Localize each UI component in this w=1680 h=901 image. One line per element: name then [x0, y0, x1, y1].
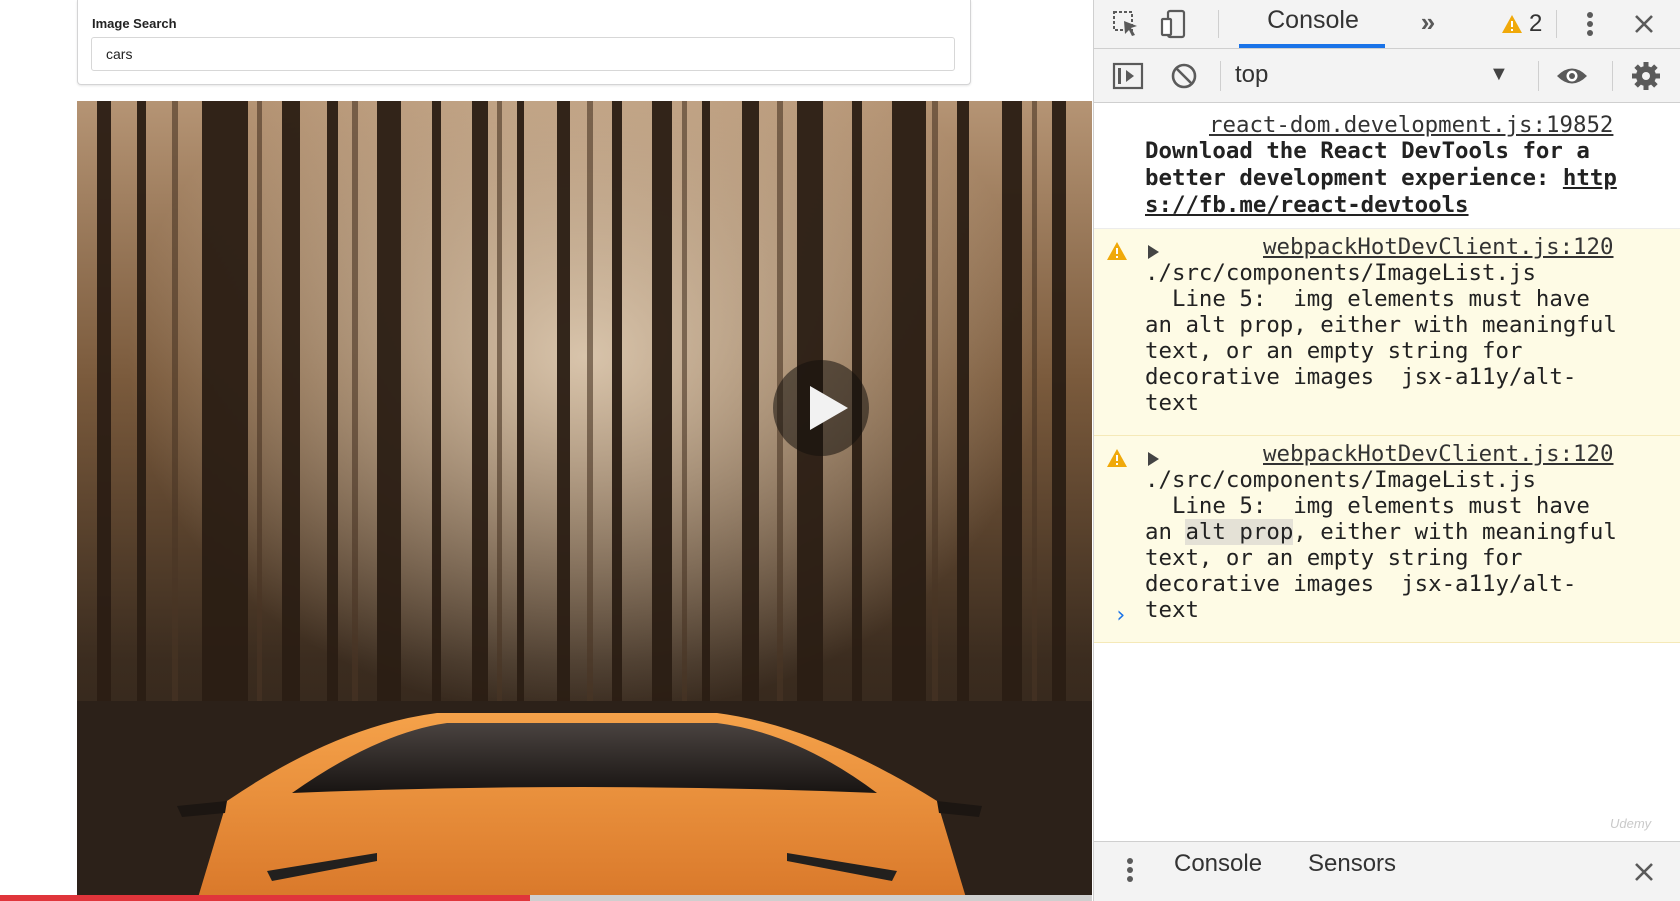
drawer-tabbar: Console Sensors — [1094, 841, 1680, 901]
toolbar-divider — [1612, 61, 1613, 91]
dropdown-arrow-icon: ▼ — [1489, 63, 1509, 85]
forest-car-image — [77, 101, 1092, 901]
console-prompt-icon[interactable]: › — [1114, 603, 1127, 628]
live-expression-eye-icon[interactable] — [1554, 58, 1590, 94]
message-text-line: better development experience: http — [1145, 165, 1617, 193]
message-text-line: an alt prop, either with meaningful — [1145, 519, 1617, 547]
toolbar-divider — [1538, 61, 1539, 91]
warning-counter[interactable]: 2 — [1501, 6, 1542, 42]
message-text-line: text, or an empty string for — [1145, 545, 1523, 571]
message-text-line: an alt prop, either with meaningful — [1145, 312, 1617, 338]
message-text-segment: , either with meaningful — [1293, 519, 1617, 545]
toolbar-divider — [1218, 10, 1219, 38]
toolbar-divider — [1556, 10, 1557, 38]
drawer-tab-console[interactable]: Console — [1174, 850, 1262, 878]
message-text-line: Download the React DevTools for a — [1145, 138, 1590, 164]
close-drawer-icon[interactable] — [1626, 854, 1662, 890]
show-sidebar-icon[interactable] — [1110, 58, 1146, 94]
search-highlight: alt prop — [1185, 519, 1294, 545]
udemy-watermark: Udemy — [1610, 816, 1652, 831]
drawer-tab-sensors[interactable]: Sensors — [1308, 850, 1396, 878]
kebab-menu-icon[interactable] — [1572, 6, 1608, 42]
devtools-url-link[interactable]: s://fb.me/react-devtools — [1145, 192, 1469, 220]
devtools-panel: Console » 2 top ▼ react-dom.development.… — [1093, 0, 1680, 901]
warning-count: 2 — [1529, 10, 1543, 37]
clear-console-icon[interactable] — [1166, 58, 1202, 94]
more-tabs-chevron-icon[interactable]: » — [1410, 4, 1446, 40]
app-viewport: Image Search — [0, 0, 1092, 901]
expand-triangle-icon[interactable] — [1148, 245, 1159, 259]
search-card: Image Search — [77, 0, 971, 85]
warning-triangle-icon — [1107, 242, 1127, 260]
warning-triangle-icon — [1107, 449, 1127, 467]
message-text-line: text — [1145, 390, 1199, 416]
car-photo — [77, 101, 1092, 901]
message-text-line: Line 5: img elements must have — [1145, 286, 1590, 312]
message-text-line: text, or an empty string for — [1145, 338, 1523, 364]
message-text-line: ./src/components/ImageList.js — [1145, 467, 1536, 493]
search-input[interactable] — [91, 37, 955, 71]
devtools-url-link[interactable]: http — [1563, 165, 1617, 191]
console-toolbar: top ▼ — [1094, 49, 1680, 103]
active-tab-indicator — [1239, 44, 1385, 48]
message-source-link[interactable]: webpackHotDevClient.js:120 — [1263, 234, 1614, 262]
video-progress-bar[interactable] — [0, 895, 1092, 901]
settings-gear-icon[interactable] — [1628, 58, 1664, 94]
console-warning-message: webpackHotDevClient.js:120 ./src/compone… — [1094, 229, 1680, 436]
message-text-line: decorative images jsx-a11y/alt- — [1145, 571, 1577, 597]
drawer-menu-icon[interactable] — [1112, 852, 1148, 888]
console-warning-message: webpackHotDevClient.js:120 ./src/compone… — [1094, 436, 1680, 643]
message-text-line: decorative images jsx-a11y/alt- — [1145, 364, 1577, 390]
context-value: top — [1235, 61, 1269, 88]
tab-console[interactable]: Console — [1239, 0, 1387, 49]
inspect-element-icon[interactable] — [1108, 6, 1144, 42]
expand-triangle-icon[interactable] — [1148, 452, 1159, 466]
video-play-button[interactable] — [773, 360, 869, 456]
message-text-line: Line 5: img elements must have — [1145, 493, 1590, 519]
devtools-tabbar: Console » 2 — [1094, 0, 1680, 49]
toolbar-divider — [1220, 61, 1221, 91]
warning-triangle-icon — [1502, 15, 1522, 33]
search-label: Image Search — [92, 16, 177, 31]
message-source-link[interactable]: react-dom.development.js:19852 — [1209, 112, 1613, 138]
device-toolbar-icon[interactable] — [1156, 6, 1192, 42]
close-devtools-icon[interactable] — [1626, 6, 1662, 42]
message-text-line: ./src/components/ImageList.js — [1145, 260, 1536, 286]
video-progress-fill — [0, 895, 530, 901]
message-text-segment: an — [1145, 519, 1186, 545]
console-info-message: react-dom.development.js:19852 Download … — [1094, 103, 1680, 229]
message-text-line: text — [1145, 597, 1199, 623]
message-source-link[interactable]: webpackHotDevClient.js:120 — [1263, 441, 1614, 469]
console-output: react-dom.development.js:19852 Download … — [1094, 103, 1680, 841]
message-text-segment: better development experience: — [1145, 165, 1563, 191]
